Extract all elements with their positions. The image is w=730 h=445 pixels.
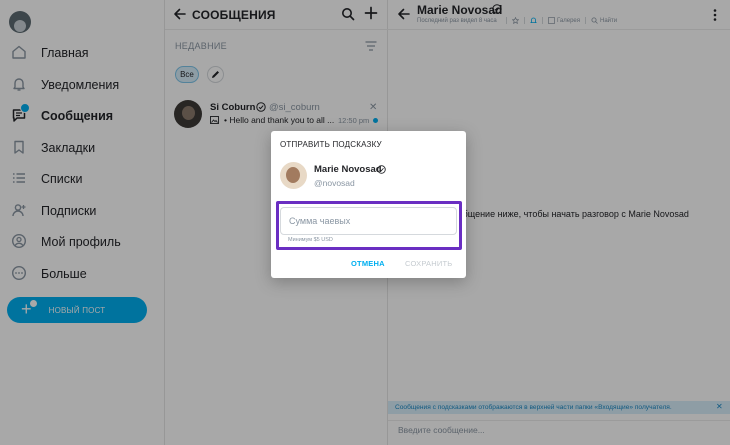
tip-amount-input[interactable]: [280, 207, 457, 235]
send-tip-dialog: ОТПРАВИТЬ ПОДСКАЗКУ Marie Novosad @novos…: [271, 131, 466, 278]
recipient-handle: @novosad: [314, 178, 355, 188]
avatar: [280, 162, 307, 189]
save-button[interactable]: СОХРАНИТЬ: [405, 259, 452, 268]
minimum-hint: Минимум $5 USD: [288, 237, 333, 243]
recipient-name: Marie Novosad: [314, 164, 382, 175]
verified-icon: [377, 165, 386, 174]
dialog-title: ОТПРАВИТЬ ПОДСКАЗКУ: [280, 140, 382, 149]
cancel-button[interactable]: ОТМЕНА: [351, 259, 385, 268]
